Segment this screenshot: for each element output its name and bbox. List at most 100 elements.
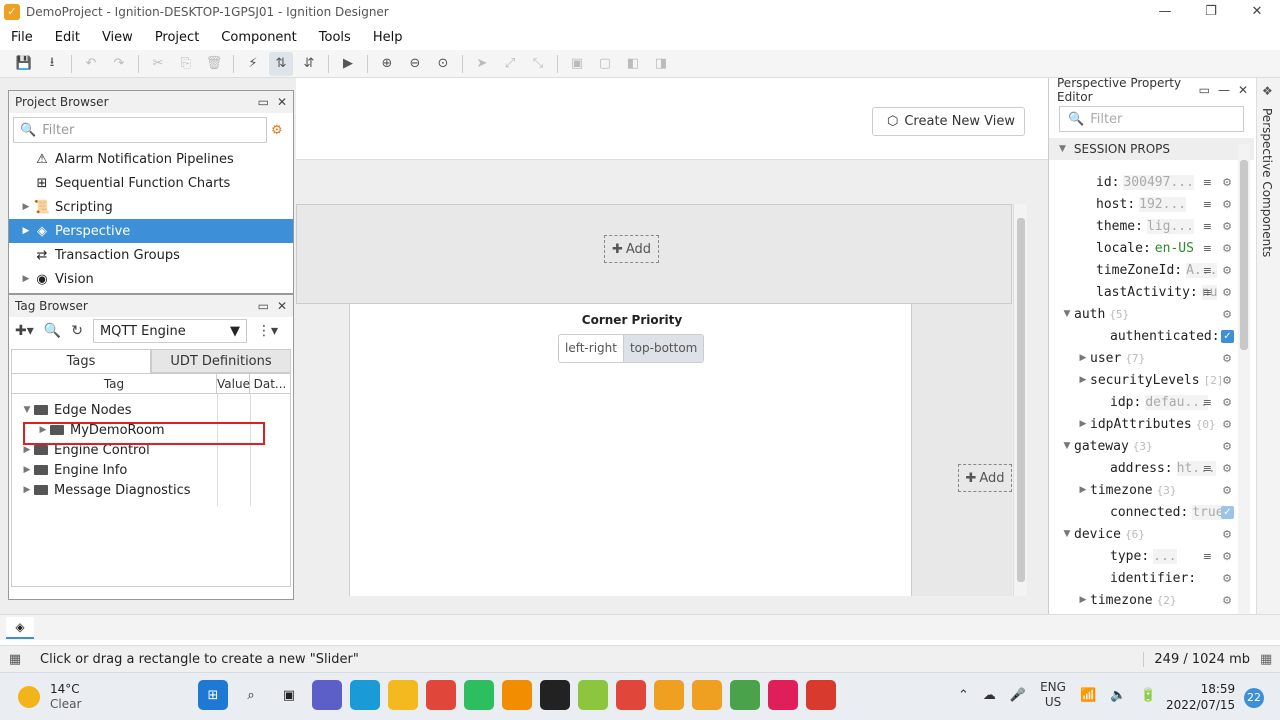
add-tag-icon[interactable]: ✚▾ — [15, 323, 34, 339]
chevron-down-icon[interactable]: ▼ — [20, 405, 34, 415]
dock-icon[interactable]: ▭ — [258, 95, 269, 109]
teams-icon[interactable] — [312, 680, 342, 710]
cloud-icon[interactable]: ☁ — [983, 688, 996, 703]
tab-tags[interactable]: Tags — [11, 349, 151, 373]
menu-lines-icon[interactable]: ≡ — [1203, 220, 1212, 233]
chevron-right-icon[interactable]: ▶ — [20, 445, 34, 455]
property-filter-input[interactable]: 🔍 Filter — [1059, 106, 1244, 132]
prop-row-connected[interactable]: connected : true ✓ — [1048, 501, 1236, 523]
menu-view[interactable]: View — [91, 30, 144, 45]
gear-icon[interactable]: ⚙ — [1222, 484, 1232, 497]
prop-row-theme[interactable]: theme : lig... ⚙ ≡ — [1048, 215, 1236, 237]
prop-row-address[interactable]: address : ht... ⚙ ≡ — [1048, 457, 1236, 479]
search-icon[interactable]: ⌕ — [236, 680, 266, 710]
design-mode-icon[interactable]: ⇅ — [269, 51, 293, 76]
menu-file[interactable]: File — [0, 30, 44, 45]
prop-row-idp[interactable]: idp : defau... ⚙ ≡ — [1048, 391, 1236, 413]
ignition-launcher-icon[interactable] — [578, 680, 608, 710]
task-view-icon[interactable]: ▣ — [274, 680, 304, 710]
scrollbar-thumb[interactable] — [1240, 160, 1248, 350]
play-icon[interactable]: ▶ — [336, 52, 360, 76]
chevron-right-icon[interactable]: ▶ — [1076, 485, 1090, 495]
menu-tools[interactable]: Tools — [308, 30, 362, 45]
gear-icon[interactable]: ⚙ — [1222, 462, 1232, 475]
close-button[interactable]: ✕ — [1234, 0, 1280, 24]
file-explorer-icon[interactable] — [388, 680, 418, 710]
filter-options-icon[interactable]: ⚙ — [271, 123, 293, 138]
chevron-right-icon[interactable]: ▶ — [1076, 595, 1090, 605]
search-icon[interactable]: 🔍 — [44, 323, 61, 339]
minimize-icon[interactable]: — — [1218, 83, 1230, 97]
language-indicator[interactable]: ENG US — [1040, 680, 1066, 710]
gear-icon[interactable]: ⚙ — [1222, 594, 1232, 607]
notification-badge[interactable]: 22 — [1244, 688, 1264, 708]
save-icon[interactable]: 💾 — [12, 52, 36, 76]
project-item-transaction-groups[interactable]: ⇄ Transaction Groups — [9, 243, 293, 267]
checkbox[interactable]: ✓ — [1221, 329, 1234, 343]
chevron-right-icon[interactable]: ▶ — [20, 465, 34, 475]
tag-row[interactable]: ▼ Edge Nodes — [12, 400, 290, 420]
minimize-button[interactable]: — — [1142, 0, 1188, 24]
project-item-scripting[interactable]: ▶ 📜 Scripting — [9, 195, 293, 219]
wifi-icon[interactable]: 📶 — [1080, 688, 1096, 703]
menu-component[interactable]: Component — [210, 30, 307, 45]
perspective-components-tab[interactable]: ❖ Perspective Components — [1256, 78, 1280, 640]
corner-option-left-right[interactable]: left-right — [559, 335, 623, 362]
prop-row-auth[interactable]: ▼ auth {5} ⚙ — [1048, 303, 1236, 325]
slack-icon[interactable] — [768, 680, 798, 710]
chevron-down-icon[interactable]: ▼ — [1060, 529, 1074, 539]
obs-icon[interactable] — [540, 680, 570, 710]
chevron-down-icon[interactable]: ▼ — [1060, 441, 1074, 451]
gear-icon[interactable]: ⚙ — [1222, 242, 1232, 255]
dock-icon[interactable]: ▭ — [258, 299, 269, 313]
grid-icon[interactable]: ▦ — [0, 652, 30, 667]
chevron-right-icon[interactable]: ▶ — [19, 274, 33, 284]
evernote-icon[interactable] — [464, 680, 494, 710]
menu-project[interactable]: Project — [144, 30, 210, 45]
prop-row-timezone[interactable]: ▶ timezone {2} ⚙ — [1048, 589, 1236, 611]
gear-icon[interactable]: ⚙ — [1222, 528, 1232, 541]
cut-icon[interactable]: ✂ — [146, 52, 170, 76]
chrome-icon[interactable] — [426, 680, 456, 710]
utorrent-icon[interactable] — [730, 680, 760, 710]
close-icon[interactable]: ✕ — [1238, 83, 1248, 97]
perspective-view-tab-icon[interactable]: ◈ — [6, 617, 34, 639]
chevron-right-icon[interactable]: ▶ — [1076, 419, 1090, 429]
menu-lines-icon[interactable]: ≡ — [1203, 242, 1212, 255]
chevron-right-icon[interactable]: ▶ — [1076, 353, 1090, 363]
pointer-icon[interactable]: ➤ — [470, 52, 494, 76]
battery-icon[interactable]: 🔋 — [1140, 688, 1156, 703]
clock[interactable]: 18:59 2022/07/15 — [1166, 681, 1235, 713]
microphone-icon[interactable]: 🎤 — [1010, 688, 1026, 703]
maximize-button[interactable]: ❐ — [1188, 0, 1234, 24]
prop-value[interactable]: 300497... — [1123, 174, 1194, 190]
gear-icon[interactable]: ⚙ — [1222, 176, 1232, 189]
column-tag[interactable]: Tag — [12, 374, 217, 393]
menu-lines-icon[interactable]: ≡ — [1203, 198, 1212, 211]
prop-row-authenticated[interactable]: authenticated : ✓ — [1048, 325, 1236, 347]
refresh-icon[interactable]: ↻ — [71, 323, 83, 339]
menu-edit[interactable]: Edit — [44, 30, 91, 45]
chevron-right-icon[interactable]: ▶ — [19, 202, 33, 212]
dock-icon[interactable]: ▭ — [1199, 83, 1210, 97]
ignition-designer-active-icon[interactable] — [692, 680, 722, 710]
send-back-icon[interactable]: ◨ — [649, 52, 673, 76]
zoom-fit-icon[interactable]: ⊙ — [431, 52, 455, 76]
prop-row-lastactivity[interactable]: lastActivity : nu ⚙ ≡ — [1048, 281, 1236, 303]
zoom-in-icon[interactable]: ⊕ — [375, 52, 399, 76]
close-icon[interactable]: ✕ — [277, 299, 287, 313]
prop-row-id[interactable]: id :300497... ⚙ ≡ — [1048, 171, 1236, 193]
session-props-header[interactable]: ▼ SESSION PROPS — [1049, 138, 1254, 160]
distribute-icon[interactable]: ⤡ — [526, 52, 550, 76]
weather-widget[interactable]: 14°C Clear — [18, 682, 81, 712]
zoom-out-icon[interactable]: ⊖ — [403, 52, 427, 76]
prop-row-locale[interactable]: locale : en-US ⚙ ≡ — [1048, 237, 1236, 259]
prop-value[interactable]: ... — [1153, 548, 1177, 564]
prop-value[interactable]: 192... — [1139, 196, 1187, 212]
garbage-collect-icon[interactable]: ▦ — [1260, 652, 1280, 667]
prop-value[interactable]: defau... — [1145, 394, 1208, 410]
prop-row-securitylevels[interactable]: ▶ securityLevels [2] ⚙ — [1048, 369, 1236, 391]
prop-row-timezone[interactable]: ▶ timezone {3} ⚙ — [1048, 479, 1236, 501]
menu-lines-icon[interactable]: ≡ — [1203, 396, 1212, 409]
save-all-icon[interactable]: ⭳ — [40, 52, 64, 76]
